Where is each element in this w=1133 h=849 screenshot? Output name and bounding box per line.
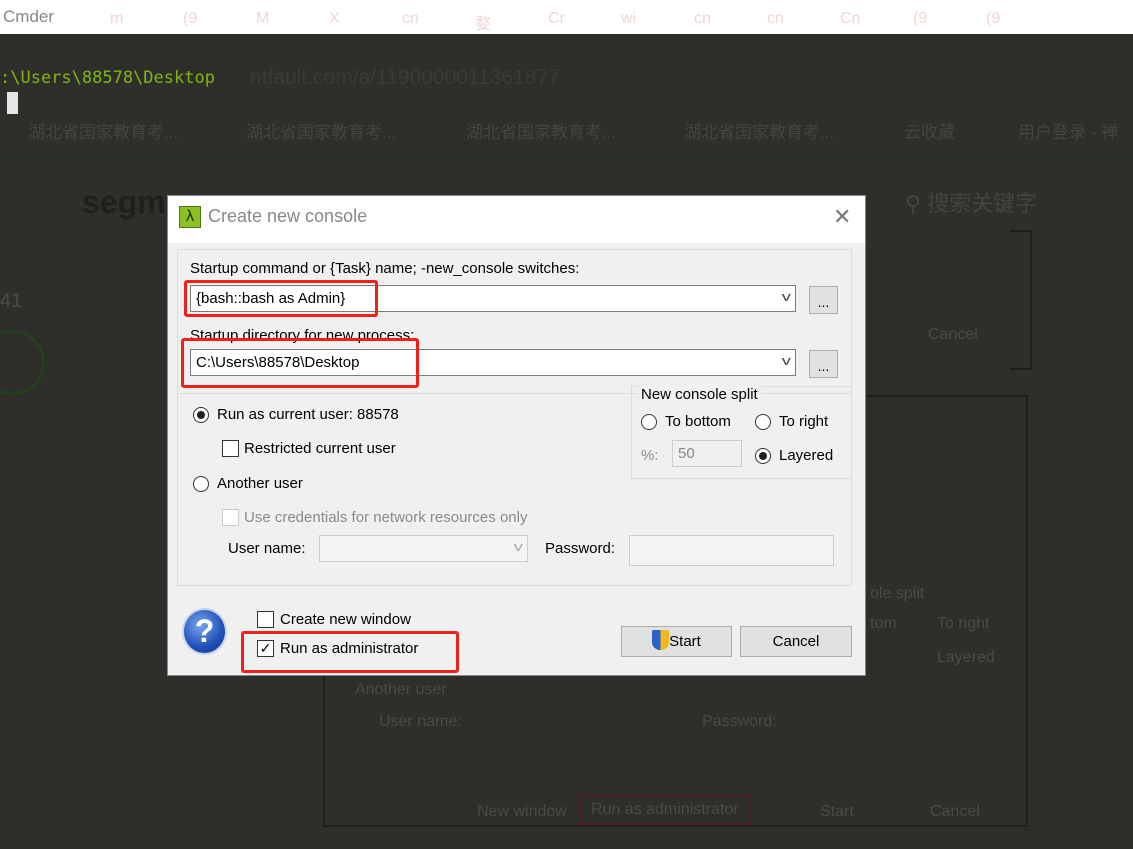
browse-directory-button[interactable]: ... [809, 350, 838, 378]
ghost-text: ole split [870, 585, 925, 602]
start-label: Start [669, 633, 701, 650]
dialog-title: Create new console [208, 206, 368, 226]
browser-tab-strip: Cmder [0, 0, 1133, 34]
split-legend: New console split [638, 386, 761, 403]
use-credentials-label: Use credentials for network resources on… [244, 509, 528, 526]
site-logo: segm [82, 184, 166, 220]
cancel-button[interactable]: Cancel [740, 626, 852, 657]
highlight-box [241, 631, 459, 673]
restricted-user-checkbox[interactable] [222, 440, 239, 457]
create-new-console-dialog: λ Create new console ✕ Startup command o… [167, 195, 866, 676]
vote-count: 41 [0, 290, 23, 312]
percent-value: 50 [678, 445, 695, 462]
site-search: ⚲ 搜索关键字 [905, 191, 1038, 216]
console-cursor [7, 92, 18, 114]
layered-radio[interactable] [755, 448, 771, 464]
create-new-window-checkbox[interactable] [257, 611, 274, 628]
browser-tab: (9 [986, 10, 1001, 27]
bookmark: 湖北省国家教育考... [246, 123, 397, 142]
browser-tab: m [110, 10, 124, 27]
browser-tab: X [329, 10, 340, 27]
ghost-dialog-back [1010, 230, 1032, 370]
search-placeholder: 搜索关键字 [927, 191, 1038, 216]
restricted-user-label: Restricted current user [244, 440, 396, 457]
run-as-current-user-label: Run as current user: 88578 [217, 406, 399, 423]
browser-tab: (9 [183, 10, 198, 27]
browser-tab: Cn [840, 10, 861, 27]
ghost-text: Run as administrator [579, 795, 751, 825]
command-label: Startup command or {Task} name; -new_con… [190, 260, 580, 277]
another-user-radio[interactable] [193, 476, 209, 492]
to-right-radio[interactable] [755, 414, 771, 430]
to-bottom-radio[interactable] [641, 414, 657, 430]
browse-command-button[interactable]: ... [809, 286, 838, 314]
ghost-text: User name: [379, 713, 462, 730]
percent-input[interactable]: 50 [672, 440, 742, 467]
browser-url: ntfault.com/a/1190000011361877 [250, 66, 560, 89]
to-bottom-label: To bottom [665, 413, 731, 430]
chevron-down-icon[interactable]: v [781, 353, 790, 368]
bookmark: 湖北省国家教育考... [28, 123, 179, 142]
ghost-text: Password: [702, 713, 777, 730]
highlight-box [181, 338, 419, 388]
console-prompt: :\Users\88578\Desktop [0, 68, 215, 88]
help-icon[interactable]: ? [182, 608, 227, 655]
ghost-cancel: Cancel [928, 326, 978, 343]
use-credentials-checkbox[interactable] [222, 509, 239, 526]
browser-tab: Cr [548, 10, 565, 27]
browser-tab: cn [402, 10, 419, 27]
create-new-window-label: Create new window [280, 611, 411, 628]
ghost-text: To right [937, 615, 990, 632]
close-icon[interactable]: ✕ [833, 204, 851, 230]
bookmark: 湖北省国家教育考... [684, 123, 835, 142]
bookmark: 用户登录 - 禅 [1018, 123, 1119, 142]
chevron-down-icon[interactable]: v [781, 289, 790, 304]
ghost-text: Start [820, 803, 854, 820]
browser-tab: cn [694, 10, 711, 27]
browser-tab: (9 [913, 10, 928, 27]
bookmark: 云收藏 [904, 123, 955, 142]
highlight-box [184, 280, 378, 317]
title-bar: λ Create new console ✕ [168, 196, 865, 243]
to-right-label: To right [779, 413, 829, 430]
divider [0, 155, 1133, 158]
layered-label: Layered [779, 447, 834, 464]
ghost-text: Layered [937, 649, 995, 666]
password-label: Password: [545, 540, 616, 557]
user-name-combobox[interactable]: v [319, 535, 528, 562]
browser-tab: cn [767, 10, 784, 27]
bookmark: 湖北省国家教育考... [466, 123, 617, 142]
cmder-lambda-icon: λ [179, 206, 201, 228]
user-name-label: User name: [228, 540, 306, 557]
like-icon [0, 330, 45, 395]
run-as-current-user-radio[interactable] [193, 407, 209, 423]
another-user-label: Another user [217, 475, 303, 492]
password-input[interactable] [629, 535, 834, 566]
uac-shield-icon [652, 630, 670, 650]
browser-tab: 婺 [475, 16, 492, 33]
chevron-down-icon[interactable]: v [513, 539, 522, 554]
ghost-text: Another user [355, 681, 447, 698]
start-button[interactable]: Start [621, 626, 732, 657]
ghost-text: Cancel [930, 803, 980, 820]
ghost-text: tom [870, 615, 897, 632]
ghost-text: New window [477, 803, 567, 820]
browser-tab: M [256, 10, 270, 27]
browser-tab: wi [621, 10, 637, 27]
app-title: Cmder [3, 7, 55, 26]
percent-label: %: [641, 447, 659, 464]
